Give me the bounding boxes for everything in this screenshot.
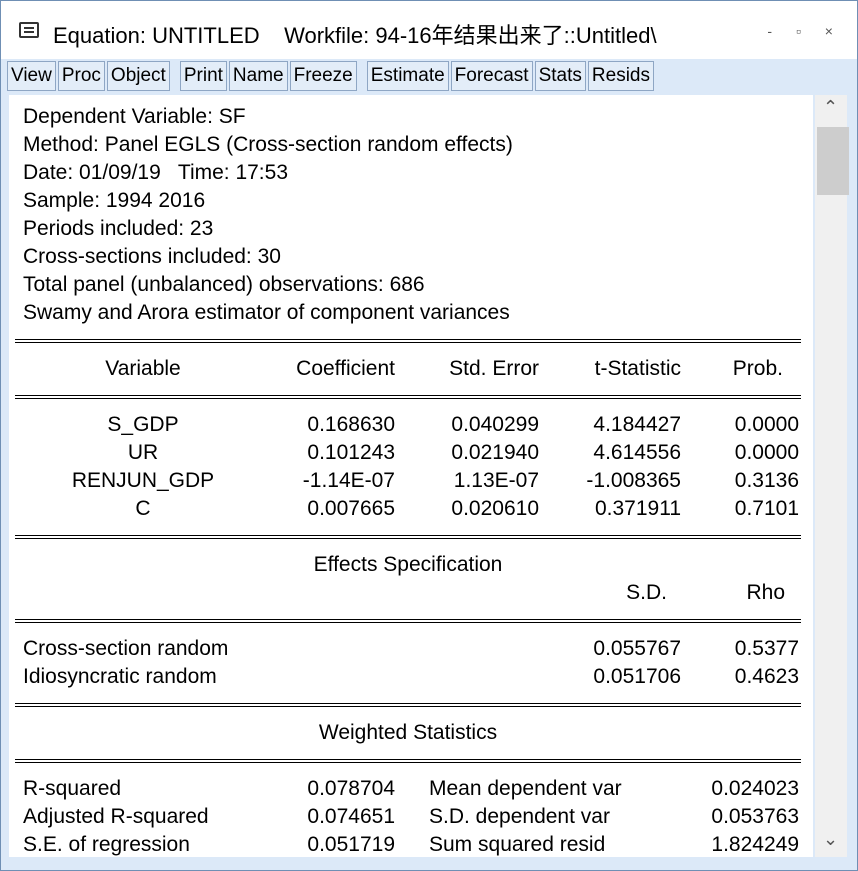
toolbar: View Proc Object Print Name Freeze Estim… — [7, 61, 654, 91]
std-error: 0.040299 — [451, 413, 539, 436]
cross-sections: Cross-sections included: 30 — [23, 245, 281, 268]
stat-value: 0.024023 — [711, 777, 799, 800]
variable-name: S_GDP — [107, 413, 179, 436]
resids-button[interactable]: Resids — [587, 61, 654, 91]
col-coefficient: Coefficient — [296, 357, 395, 380]
variable-name: C — [135, 497, 151, 520]
divider — [15, 535, 801, 539]
equation-window: Equation: UNTITLED Workfile: 94-16年结果出来了… — [0, 0, 858, 871]
effect-rho: 0.5377 — [734, 637, 799, 660]
estimate-button[interactable]: Estimate — [366, 61, 449, 91]
dependent-variable: Dependent Variable: SF — [23, 105, 246, 128]
prob: 0.7101 — [734, 497, 799, 520]
estimator: Swamy and Arora estimator of component v… — [23, 301, 510, 324]
coefficient: 0.101243 — [307, 441, 395, 464]
stat-label: S.E. of regression — [23, 833, 190, 856]
col-variable: Variable — [105, 357, 181, 380]
effect-rho: 0.4623 — [734, 665, 799, 688]
effects-title: Effects Specification — [313, 553, 503, 576]
forecast-button[interactable]: Forecast — [450, 61, 533, 91]
observations: Total panel (unbalanced) observations: 6… — [23, 273, 425, 296]
variable-name: RENJUN_GDP — [71, 469, 215, 492]
col-std-error: Std. Error — [449, 357, 539, 380]
divider — [15, 619, 801, 623]
scroll-up-icon[interactable]: ⌃ — [823, 97, 838, 118]
stat-label: Adjusted R-squared — [23, 805, 209, 828]
effect-label: Idiosyncratic random — [23, 665, 217, 688]
name-button[interactable]: Name — [228, 61, 288, 91]
stat-value: 1.824249 — [711, 833, 799, 856]
effect-label: Cross-section random — [23, 637, 229, 660]
std-error: 1.13E-07 — [453, 469, 539, 492]
scroll-down-icon[interactable]: ⌄ — [823, 829, 838, 850]
stat-label: Sum squared resid — [429, 833, 606, 856]
divider — [15, 703, 801, 707]
prob: 0.0000 — [734, 441, 799, 464]
prob: 0.3136 — [734, 469, 799, 492]
object-button[interactable]: Object — [106, 61, 170, 91]
freeze-button[interactable]: Freeze — [289, 61, 357, 91]
stats-button[interactable]: Stats — [534, 61, 586, 91]
variable-name: UR — [127, 441, 159, 464]
status-strip — [1, 857, 857, 870]
prob: 0.0000 — [734, 413, 799, 436]
stat-label: S.D. dependent var — [429, 805, 610, 828]
stat-value: 0.051719 — [307, 833, 395, 856]
window-menu-icon[interactable] — [19, 22, 39, 38]
std-error: 0.020610 — [451, 497, 539, 520]
output-pane: Dependent Variable: SF Method: Panel EGL… — [9, 95, 813, 857]
periods: Periods included: 23 — [23, 217, 214, 240]
col-prob: Prob. — [732, 357, 783, 380]
coefficient: 0.168630 — [307, 413, 395, 436]
stat-value: 0.078704 — [307, 777, 395, 800]
date-time: Date: 01/09/19 Time: 17:53 — [23, 161, 289, 184]
coefficient: 0.007665 — [307, 497, 395, 520]
print-button[interactable]: Print — [179, 61, 227, 91]
method: Method: Panel EGLS (Cross-section random… — [23, 133, 513, 156]
proc-button[interactable]: Proc — [57, 61, 105, 91]
view-button[interactable]: View — [7, 61, 56, 91]
divider — [15, 339, 801, 343]
divider — [15, 759, 801, 763]
vertical-scrollbar[interactable]: ⌃ ⌄ — [815, 95, 849, 857]
title-bar[interactable]: Equation: UNTITLED Workfile: 94-16年结果出来了… — [1, 1, 857, 59]
stat-label: R-squared — [23, 777, 122, 800]
stat-label: Mean dependent var — [429, 777, 622, 800]
stat-value: 0.053763 — [711, 805, 799, 828]
window-controls[interactable]: - ▫ × — [767, 23, 843, 39]
stat-value: 0.074651 — [307, 805, 395, 828]
std-error: 0.021940 — [451, 441, 539, 464]
weighted-title: Weighted Statistics — [318, 721, 498, 744]
coefficient: -1.14E-07 — [302, 469, 395, 492]
divider — [15, 395, 801, 399]
sample: Sample: 1994 2016 — [23, 189, 206, 212]
window-title: Equation: UNTITLED Workfile: 94-16年结果出来了… — [53, 23, 657, 48]
scroll-thumb[interactable] — [817, 127, 849, 195]
col-rho: Rho — [746, 581, 785, 604]
